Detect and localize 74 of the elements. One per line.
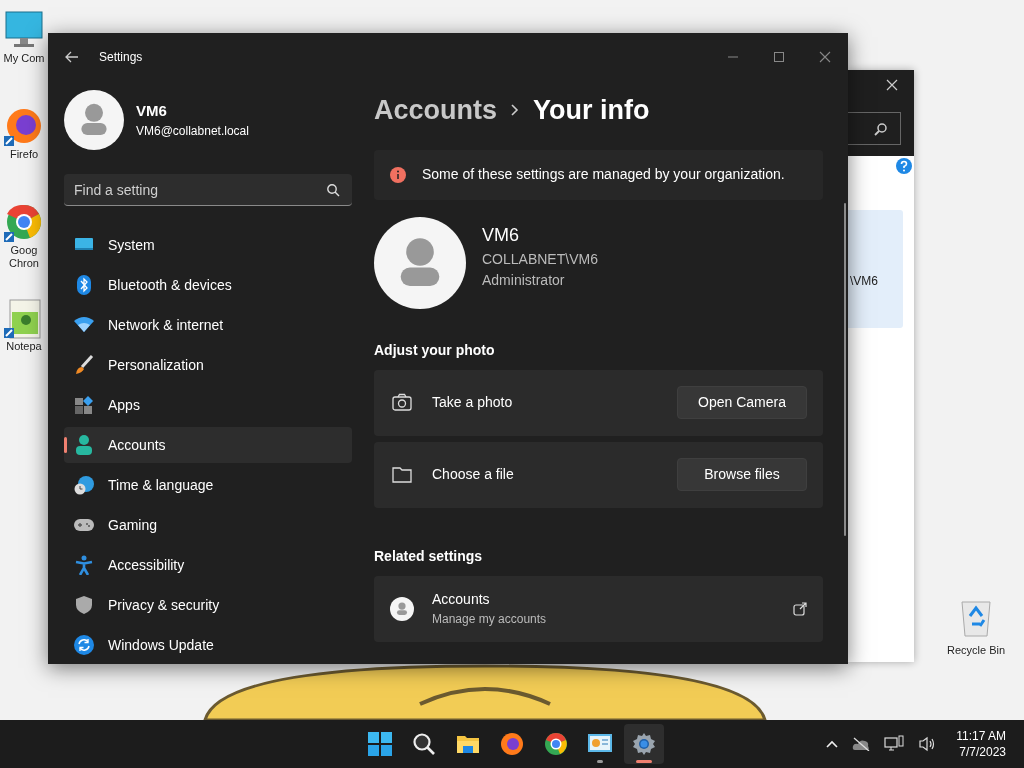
person-icon [74,435,94,455]
panel-text: \VM6 [850,273,878,290]
search-field[interactable]: Find a setting [64,174,352,206]
nav-item[interactable]: Personalization [64,347,352,383]
info-icon [390,166,406,183]
nav-item[interactable]: Privacy & security [64,587,352,623]
option-label: Choose a file [432,465,514,484]
link-subtitle: Manage my accounts [432,611,547,628]
clock-date: 7/7/2023 [958,744,1006,760]
clock-time: 11:17 AM [956,728,1006,744]
info-message: Some of these settings are managed by your organization. [422,165,785,184]
chevron-up-icon[interactable] [826,740,839,748]
search-icon [326,183,340,197]
profile-name: VM6 [482,224,520,247]
domain-user: COLLABNET\VM6 [482,250,598,269]
account-email: VM6@collabnet.local [136,123,249,141]
back-arrow-icon[interactable] [65,51,79,63]
close-icon[interactable] [819,51,831,63]
paintbrush-icon [74,355,94,375]
desktop-icon-label[interactable]: Goog [10,244,38,257]
apps-icon [74,395,94,415]
volume-icon[interactable] [918,736,937,752]
desktop-icon-label[interactable]: Recycle Bin [946,644,1006,657]
nav-item[interactable]: Windows Update [64,627,352,663]
action-button[interactable]: Browse files [677,458,807,491]
shield-icon [74,595,94,615]
person-icon [390,596,414,621]
search-icon [412,732,436,756]
nav-item[interactable]: Network & internet [64,307,352,343]
firefox-icon [500,732,524,756]
page-title: Your info [533,94,650,127]
chrome-icon [544,732,568,756]
nav-item[interactable]: Accessibility [64,547,352,583]
section-heading: Adjust your photo [374,340,496,360]
globe-clock-icon [74,475,94,495]
network-icon[interactable] [884,735,905,753]
desktop-icon-label[interactable]: Chron [9,257,39,270]
folder-icon [392,464,412,485]
nav-item[interactable]: Time & language [64,467,352,503]
recycle-bin-icon[interactable] [958,598,994,638]
avatar-icon [64,90,124,150]
chevron-right-icon [511,104,520,117]
link-title: Accounts [432,590,491,609]
update-arrows-icon [74,635,94,655]
account-name: VM6 [136,100,168,121]
accessibility-person-icon [74,555,94,575]
help-icon[interactable] [896,158,912,174]
nav-item[interactable]: Gaming [64,507,352,543]
desktop-icon-label[interactable]: Notepa [6,340,42,353]
search-icon [874,122,888,136]
camera-icon [392,392,412,413]
action-button[interactable]: Open Camera [677,386,807,419]
clock[interactable]: 11:17 AM 7/7/2023 [956,728,1006,760]
scrollbar[interactable] [844,203,846,536]
nav-item[interactable]: Bluetooth & devices [64,267,352,303]
nav-item[interactable]: System [64,227,352,263]
related-link[interactable]: Accounts Manage my accounts [374,575,823,642]
option-label: Take a photo [432,393,513,412]
nav-item[interactable]: Apps [64,387,352,423]
close-icon[interactable] [886,79,898,91]
external-link-icon [793,601,807,616]
cloud-off-icon[interactable] [852,737,871,751]
desktop-icon-label[interactable]: Firefo [9,148,39,161]
gear-icon [632,732,656,756]
desktop-icon-label[interactable]: My Com [3,52,45,65]
account-role: Administrator [482,271,566,290]
section-heading: Related settings [374,546,484,566]
bluetooth-icon [74,275,94,295]
breadcrumb-link[interactable]: Accounts [374,90,498,131]
profile-picture-icon [374,216,466,309]
window-title: Settings [99,49,143,66]
start-logo-icon [368,732,392,756]
maximize-icon[interactable] [773,51,785,63]
nav-item[interactable]: Accounts [64,427,352,463]
